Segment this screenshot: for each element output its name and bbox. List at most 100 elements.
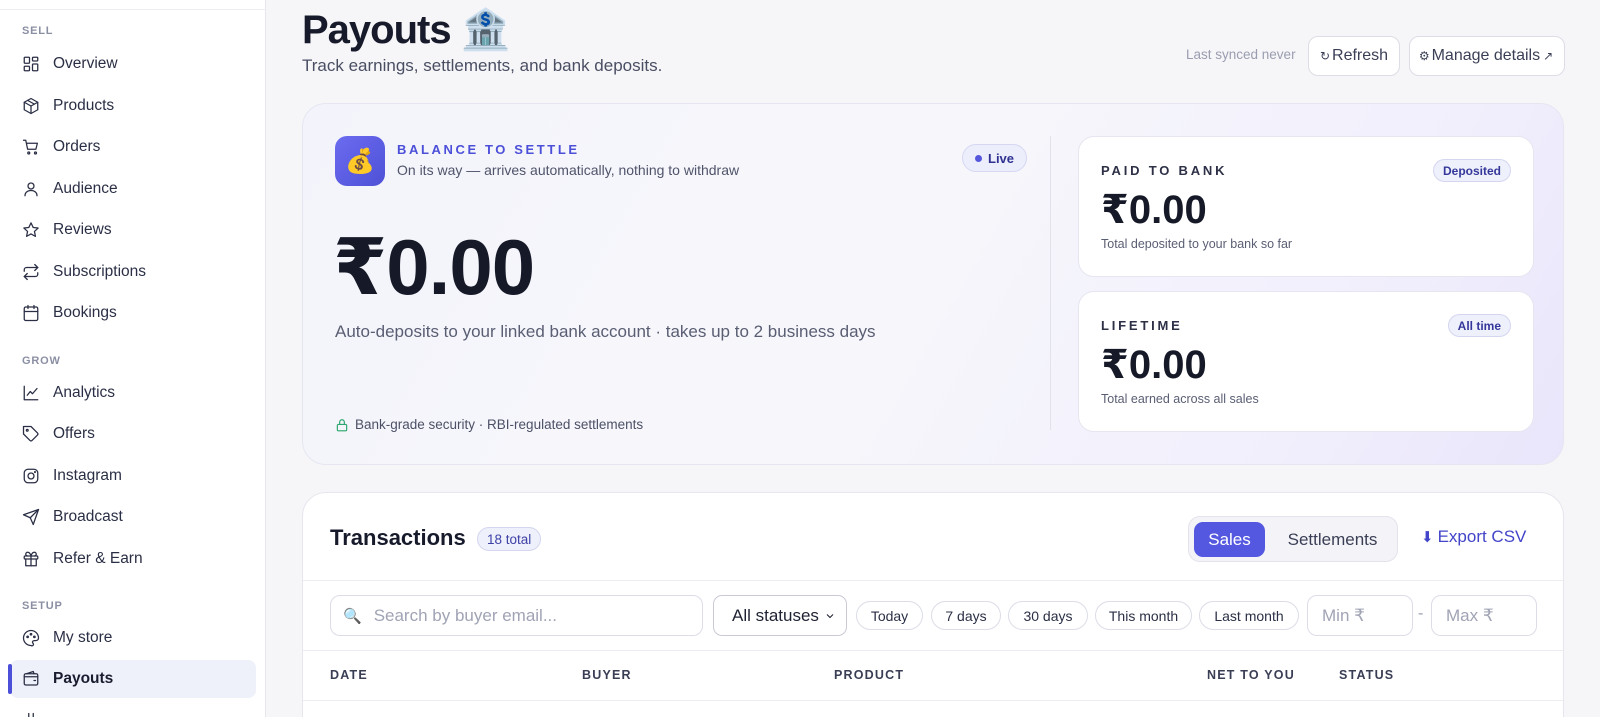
page-subtitle: Track earnings, settlements, and bank de… — [302, 56, 663, 75]
tab-sales[interactable]: Sales — [1194, 522, 1265, 557]
buyer-search[interactable]: 🔍 — [330, 595, 703, 636]
paid-to-bank-amount: ₹0.00 — [1101, 188, 1207, 232]
money-bag-icon: 💰 — [335, 136, 385, 186]
cart-icon — [22, 138, 40, 156]
filter-chip-this-month[interactable]: This month — [1095, 601, 1192, 630]
tab-settlements[interactable]: Settlements — [1272, 522, 1393, 557]
lifetime-card: LIFETIME All time ₹0.00 Total earned acr… — [1078, 291, 1534, 432]
sidebar-item-label: Overview — [53, 55, 118, 72]
column-header-status[interactable]: STATUS — [1339, 668, 1394, 682]
sidebar-item-products[interactable]: Products — [10, 87, 256, 125]
sidebar-item-partial[interactable] — [10, 702, 256, 717]
refresh-button[interactable]: ↻ Refresh — [1308, 36, 1400, 76]
sidebar-item-my-store[interactable]: My store — [10, 619, 256, 657]
transactions-card: Transactions 18 total Sales Settlements … — [302, 492, 1564, 717]
manage-details-label: Manage details — [1431, 47, 1541, 64]
max-amount-field[interactable] — [1431, 595, 1537, 636]
buyer-search-input[interactable] — [373, 605, 684, 626]
sidebar-item-payouts[interactable]: Payouts — [8, 660, 256, 698]
download-icon: ⬇ — [1421, 529, 1434, 546]
gift-icon — [22, 550, 40, 568]
palette-icon — [22, 629, 40, 647]
instagram-icon — [22, 467, 40, 485]
export-csv-label: Export CSV — [1437, 527, 1527, 546]
user-icon — [22, 180, 40, 198]
all-time-badge: All time — [1447, 314, 1511, 337]
live-label: Live — [988, 150, 1015, 166]
page-title: Payouts 🏦 — [302, 8, 511, 52]
search-icon: 🔍 — [343, 607, 362, 625]
plug-icon — [22, 712, 40, 717]
deposited-badge: Deposited — [1432, 159, 1511, 182]
wallet-icon — [22, 670, 40, 688]
sidebar-item-broadcast[interactable]: Broadcast — [10, 498, 256, 536]
sidebar-item-instagram[interactable]: Instagram — [10, 457, 256, 495]
tag-icon — [22, 425, 40, 443]
column-header-date[interactable]: DATE — [330, 668, 368, 682]
sidebar-item-overview[interactable]: Overview — [10, 45, 256, 83]
external-link-icon: ↗ — [1543, 49, 1554, 63]
sidebar-item-offers[interactable]: Offers — [10, 415, 256, 453]
sidebar-item-label: Offers — [53, 425, 95, 442]
calendar-icon — [22, 304, 40, 322]
lifetime-label: LIFETIME — [1101, 318, 1183, 333]
filter-chip-7-days[interactable]: 7 days — [931, 601, 1001, 630]
gear-icon: ⚙ — [1418, 49, 1430, 63]
export-csv-button[interactable]: ⬇ Export CSV — [1421, 527, 1526, 547]
filter-chip-today[interactable]: Today — [856, 601, 923, 630]
refresh-icon: ↻ — [1319, 49, 1331, 63]
sidebar: SELL Overview Products Orders Audience R… — [0, 0, 266, 717]
sidebar-item-label: Orders — [53, 138, 101, 155]
max-amount-input[interactable] — [1446, 605, 1531, 626]
balance-description: On its way — arrives automatically, noth… — [397, 162, 740, 178]
status-select-value: All statuses — [732, 605, 819, 625]
live-dot-icon — [975, 154, 982, 162]
section-label-grow: GROW — [22, 355, 61, 367]
star-icon — [22, 221, 40, 239]
security-note: Bank-grade security · RBI-regulated sett… — [335, 417, 643, 432]
sidebar-item-orders[interactable]: Orders — [10, 128, 256, 166]
balance-heading: BALANCE TO SETTLE — [397, 142, 580, 157]
repeat-icon — [22, 263, 40, 281]
column-header-product[interactable]: PRODUCT — [834, 668, 904, 682]
sidebar-item-reviews[interactable]: Reviews — [10, 211, 256, 249]
sidebar-item-refer-earn[interactable]: Refer & Earn — [10, 540, 256, 578]
sidebar-item-label: Subscriptions — [53, 263, 147, 280]
sidebar-item-label: Instagram — [53, 467, 122, 484]
sidebar-divider — [0, 9, 266, 10]
balance-note: Auto-deposits to your linked bank accoun… — [335, 322, 876, 341]
column-header-buyer[interactable]: BUYER — [582, 668, 632, 682]
manage-details-button[interactable]: ⚙ Manage details ↗ — [1409, 36, 1565, 76]
sidebar-item-label: Analytics — [53, 384, 116, 401]
sidebar-item-label: Payouts — [53, 670, 114, 687]
lifetime-amount: ₹0.00 — [1101, 343, 1207, 387]
range-separator: - — [1418, 605, 1424, 622]
card-divider — [1050, 136, 1051, 430]
min-amount-field[interactable] — [1307, 595, 1413, 636]
sidebar-item-bookings[interactable]: Bookings — [10, 294, 256, 332]
paid-to-bank-card: PAID TO BANK Deposited ₹0.00 Total depos… — [1078, 136, 1534, 277]
chart-line-icon — [22, 384, 40, 402]
filter-chip-last-month[interactable]: Last month — [1199, 601, 1299, 630]
lifetime-description: Total earned across all sales — [1101, 392, 1259, 406]
sidebar-item-subscriptions[interactable]: Subscriptions — [10, 253, 256, 291]
live-badge: Live — [962, 144, 1028, 172]
sidebar-item-label: Reviews — [53, 221, 112, 238]
sidebar-item-label: Bookings — [53, 304, 117, 321]
sidebar-item-analytics[interactable]: Analytics — [10, 374, 256, 412]
filter-chip-30-days[interactable]: 30 days — [1008, 601, 1088, 630]
transactions-count-badge: 18 total — [477, 527, 542, 551]
send-icon — [22, 508, 40, 526]
column-header-net[interactable]: NET TO YOU — [1207, 668, 1295, 682]
sidebar-item-audience[interactable]: Audience — [10, 170, 256, 208]
sidebar-item-label: Broadcast — [53, 508, 123, 525]
min-amount-input[interactable] — [1322, 605, 1407, 626]
status-select[interactable]: All statuses — [713, 595, 847, 636]
sidebar-item-label: My store — [53, 629, 113, 646]
paid-to-bank-label: PAID TO BANK — [1101, 163, 1228, 178]
section-label-sell: SELL — [22, 25, 54, 37]
last-synced-text: Last synced never — [1186, 47, 1296, 62]
security-text: Bank-grade security · RBI-regulated sett… — [355, 417, 644, 432]
balance-amount: ₹0.00 — [333, 223, 535, 311]
filter-divider — [303, 650, 1563, 651]
